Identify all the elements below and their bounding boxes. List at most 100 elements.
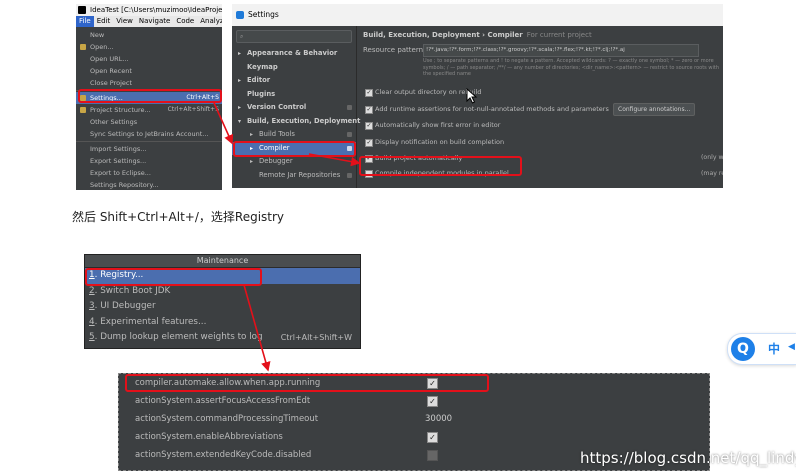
settings-search-input[interactable]: ⌕ (236, 30, 352, 43)
registry-row[interactable]: compiler.automake.allow.when.app.running… (119, 374, 709, 392)
menu-navigate[interactable]: Navigate (136, 16, 173, 27)
file-menu-open-recent[interactable]: Open Recent (76, 65, 222, 77)
file-menu-other-settings[interactable]: Other Settings (76, 116, 222, 128)
option-parallel-compile[interactable]: Compile independent modules in parallel(… (363, 167, 723, 180)
option-build-automatically[interactable]: ✓Build project automatically(only works … (363, 150, 723, 167)
resource-patterns-row: Resource patterns: !?*.java;!?*.form;!?*… (363, 44, 723, 57)
ide-titlebar: IdeaTest [C:\Users\muzimoo\IdeaProjects\ (76, 4, 222, 16)
file-menu-new[interactable]: New (76, 29, 222, 41)
parallel-compile-note: (may require larger heap size) (701, 169, 723, 177)
file-menu-settings[interactable]: Settings... Ctrl+Alt+S (76, 92, 222, 104)
checkbox-checked[interactable]: ✓ (365, 138, 373, 147)
expand-arrow-icon: ▸ (250, 131, 254, 138)
file-menu-close-project[interactable]: Close Project (76, 77, 222, 89)
file-menu-project-structure[interactable]: Project Structure... Ctrl+Alt+Shift+S (76, 104, 222, 116)
option-show-first-error[interactable]: ✓ Automatically show first error in edito… (363, 117, 723, 134)
tree-version-control[interactable]: ▸ Version Control (232, 101, 356, 115)
option-runtime-assertions[interactable]: ✓ Add runtime assertions for not-null-ann… (363, 101, 723, 118)
dump-lookup-shortcut: Ctrl+Alt+Shift+W (280, 333, 352, 342)
file-menu-open[interactable]: Open... (76, 41, 222, 53)
checkbox-checked[interactable]: ✓ (365, 122, 373, 130)
ide-menubar: File Edit View Navigate Code Analyze (76, 16, 222, 27)
maintenance-item-ui-debugger[interactable]: 3. UI Debugger (85, 299, 360, 315)
compiler-settings-panel: Build, Execution, Deployment › Compiler F… (357, 26, 723, 188)
ide-file-menu-screenshot: IdeaTest [C:\Users\muzimoo\IdeaProjects\… (76, 4, 222, 190)
resource-patterns-note: Use ; to separate patterns and ! to nega… (423, 58, 719, 77)
settings-app-icon (236, 11, 244, 19)
menu-analyze[interactable]: Analyze (197, 16, 222, 27)
tree-keymap[interactable]: Keymap (232, 61, 356, 75)
expand-arrow-icon: ▸ (238, 50, 242, 57)
registry-row[interactable]: actionSystem.enableAbbreviations ✓ (119, 428, 709, 446)
project-structure-shortcut: Ctrl+Alt+Shift+S (167, 106, 219, 113)
tree-compiler[interactable]: ▸ Compiler (232, 141, 356, 155)
file-menu-import-settings[interactable]: Import Settings... (76, 143, 222, 155)
maintenance-item-switch-boot-jdk[interactable]: 2. Switch Boot JDK (85, 284, 360, 300)
project-scope-icon (347, 172, 352, 178)
configure-annotations-button[interactable]: Configure annotations... (613, 102, 696, 116)
file-menu-sync-settings[interactable]: Sync Settings to JetBrains Account... (76, 128, 222, 140)
registry-key: actionSystem.commandProcessingTimeout (135, 414, 319, 424)
tree-remote-jar-repositories[interactable]: Remote Jar Repositories (232, 169, 356, 183)
expand-arrow-icon: ▸ (238, 104, 242, 111)
checkbox-checked[interactable]: ✓ (365, 89, 373, 97)
intellij-logo-icon (78, 6, 86, 14)
resource-patterns-input[interactable]: !?*.java;!?*.form;!?*.class;!?*.groovy;!… (423, 44, 699, 57)
option-build-notification[interactable]: ✓ Display notification on build completio… (363, 134, 723, 151)
ime-logo-icon[interactable]: Q (731, 337, 755, 361)
maintenance-popup: Maintenance 1. Registry... 2. Switch Boo… (84, 254, 361, 349)
search-icon: ⌕ (240, 33, 244, 40)
registry-key: actionSystem.enableAbbreviations (135, 432, 283, 442)
file-menu-export-eclipse[interactable]: Export to Eclipse... (76, 167, 222, 179)
ime-collapse-arrow-icon[interactable]: ◀ (788, 342, 795, 352)
settings-titlebar: Settings (232, 4, 723, 26)
menu-code[interactable]: Code (173, 16, 197, 27)
menu-view[interactable]: View (113, 16, 136, 27)
ide-window-title: IdeaTest [C:\Users\muzimoo\IdeaProjects\ (90, 6, 222, 14)
settings-dialog-screenshot: Settings ⌕ ▸ Appearance & Behavior Keymap… (232, 4, 723, 188)
settings-breadcrumb: Build, Execution, Deployment › Compiler F… (363, 31, 592, 39)
maintenance-item-registry[interactable]: 1. Registry... (85, 268, 360, 284)
wrench-icon (80, 95, 86, 101)
ime-mode-indicator[interactable]: 中 (768, 340, 780, 358)
registry-row[interactable]: actionSystem.commandProcessingTimeout 30… (119, 410, 709, 428)
tree-plugins[interactable]: Plugins (232, 88, 356, 102)
registry-checkbox-checked[interactable]: ✓ (427, 432, 438, 443)
registry-value[interactable]: 30000 (425, 410, 452, 428)
project-scope-icon (347, 145, 352, 151)
expand-arrow-icon: ▸ (250, 144, 254, 152)
project-scope-icon (347, 105, 352, 110)
option-clear-output[interactable]: ✓ Clear output directory on rebuild (363, 84, 723, 101)
registry-checkbox-unchecked[interactable] (427, 450, 438, 461)
registry-row[interactable]: actionSystem.assertFocusAccessFromEdt ✓ (119, 392, 709, 410)
checkbox-checked[interactable]: ✓ (365, 105, 373, 114)
registry-key: compiler.automake.allow.when.app.running (135, 378, 321, 388)
registry-checkbox-checked[interactable]: ✓ (427, 396, 438, 407)
maintenance-item-dump-lookup[interactable]: 5. Dump lookup element weights to log Ctr… (85, 330, 360, 346)
file-menu-export-settings[interactable]: Export Settings... (76, 155, 222, 167)
registry-key: actionSystem.extendedKeyCode.disabled (135, 450, 312, 460)
collapse-arrow-icon: ▾ (238, 117, 242, 125)
tree-editor[interactable]: ▸ Editor (232, 74, 356, 88)
folder-icon (80, 44, 86, 50)
resource-patterns-label: Resource patterns: (363, 46, 430, 54)
maintenance-title: Maintenance (85, 255, 360, 268)
expand-arrow-icon: ▸ (238, 77, 242, 84)
checkbox-checked[interactable]: ✓ (365, 155, 373, 163)
project-scope-icon (347, 132, 352, 137)
menu-file[interactable]: File (76, 16, 94, 27)
mouse-cursor-icon (466, 88, 478, 104)
checkbox-unchecked[interactable] (365, 169, 373, 178)
ime-toolbar[interactable]: Q 中 ◀ (727, 333, 796, 365)
tree-debugger[interactable]: ▸ Debugger (232, 155, 356, 169)
tree-appearance[interactable]: ▸ Appearance & Behavior (232, 47, 356, 61)
menu-separator (76, 90, 222, 91)
tree-build-tools[interactable]: ▸ Build Tools (232, 128, 356, 142)
maintenance-item-experimental[interactable]: 4. Experimental features... (85, 315, 360, 331)
registry-checkbox-checked[interactable]: ✓ (427, 378, 438, 389)
file-menu-settings-repository[interactable]: Settings Repository... (76, 179, 222, 190)
tree-build-execution-deployment[interactable]: ▾ Build, Execution, Deployment (232, 115, 360, 129)
file-menu-open-url[interactable]: Open URL... (76, 53, 222, 65)
breadcrumb-scope-hint: For current project (526, 31, 592, 39)
menu-edit[interactable]: Edit (94, 16, 114, 27)
